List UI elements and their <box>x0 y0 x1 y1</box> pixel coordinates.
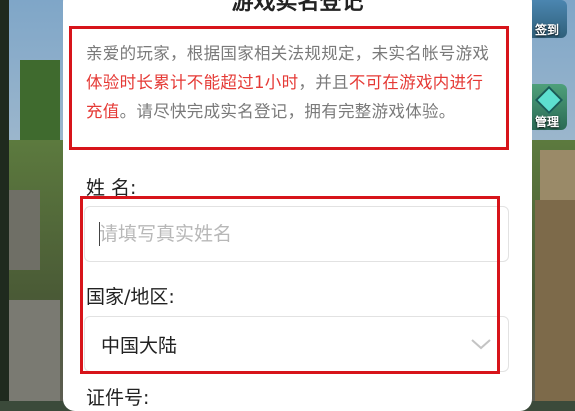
background-block <box>5 300 60 401</box>
manage-label: 管理 <box>534 115 559 129</box>
notice-text-1: 亲爱的玩家，根据国家相关法规规定，未实名帐号游戏 <box>86 44 490 63</box>
form-highlight-box <box>80 196 500 374</box>
left-edge-strip <box>0 0 9 401</box>
dialog-title: 游戏实名登记 <box>231 0 364 15</box>
background-block <box>540 150 575 200</box>
real-name-notice: 亲爱的玩家，根据国家相关法规规定，未实名帐号游戏体验时长累计不能超过1小时，并且… <box>69 26 509 150</box>
background-block <box>535 200 575 401</box>
notice-highlight-playtime: 体验时长累计不能超过1小时 <box>86 73 299 92</box>
background-tree <box>20 60 60 140</box>
notice-text-2: ，并且 <box>298 73 349 92</box>
checkin-button[interactable]: 签到 <box>527 0 567 38</box>
checkin-label: 签到 <box>534 23 559 37</box>
notice-text-3: 。请尽快完成实名登记，拥有完整游戏体验。 <box>119 102 456 121</box>
id-number-label: 证件号: <box>86 387 150 409</box>
manage-button[interactable]: 管理 <box>527 84 567 130</box>
gem-icon <box>534 85 564 115</box>
